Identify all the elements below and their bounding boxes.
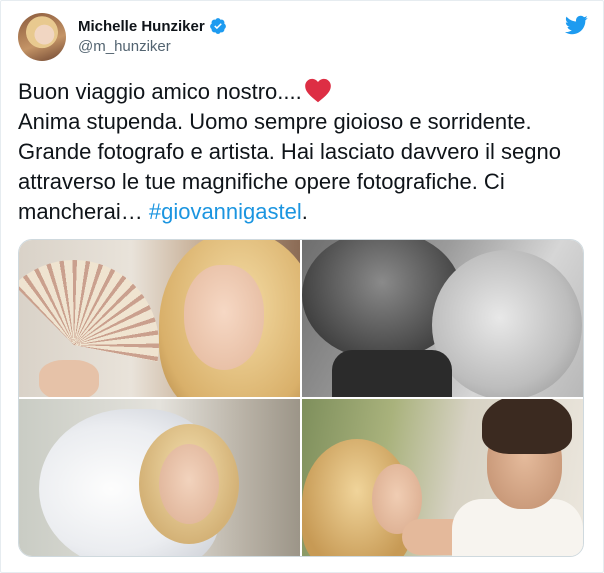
photo-couple-in-garden[interactable] xyxy=(302,399,583,556)
tweet-header: Michelle Hunziker @m_hunziker xyxy=(18,13,588,61)
twitter-bird-icon[interactable] xyxy=(564,13,588,37)
tweet-text: Buon viaggio amico nostro.... Anima stup… xyxy=(18,77,588,227)
photo-black-and-white-couple[interactable] xyxy=(302,240,583,397)
tweet-text-line1: Buon viaggio amico nostro.... xyxy=(18,79,302,104)
author-block[interactable]: Michelle Hunziker @m_hunziker xyxy=(78,16,227,55)
author-handle[interactable]: @m_hunziker xyxy=(78,38,227,55)
tweet-card: Michelle Hunziker @m_hunziker Buon viagg… xyxy=(0,0,604,573)
avatar[interactable] xyxy=(18,13,66,61)
hashtag-link[interactable]: #giovannigastel xyxy=(149,199,302,224)
media-grid xyxy=(18,239,584,557)
tweet-text-trailing: . xyxy=(301,199,308,224)
author-display-name[interactable]: Michelle Hunziker xyxy=(78,18,205,35)
verified-badge-icon xyxy=(209,17,227,35)
photo-woman-with-fan[interactable] xyxy=(19,240,300,397)
photo-woman-with-feathers[interactable] xyxy=(19,399,300,556)
red-heart-icon xyxy=(304,77,332,103)
